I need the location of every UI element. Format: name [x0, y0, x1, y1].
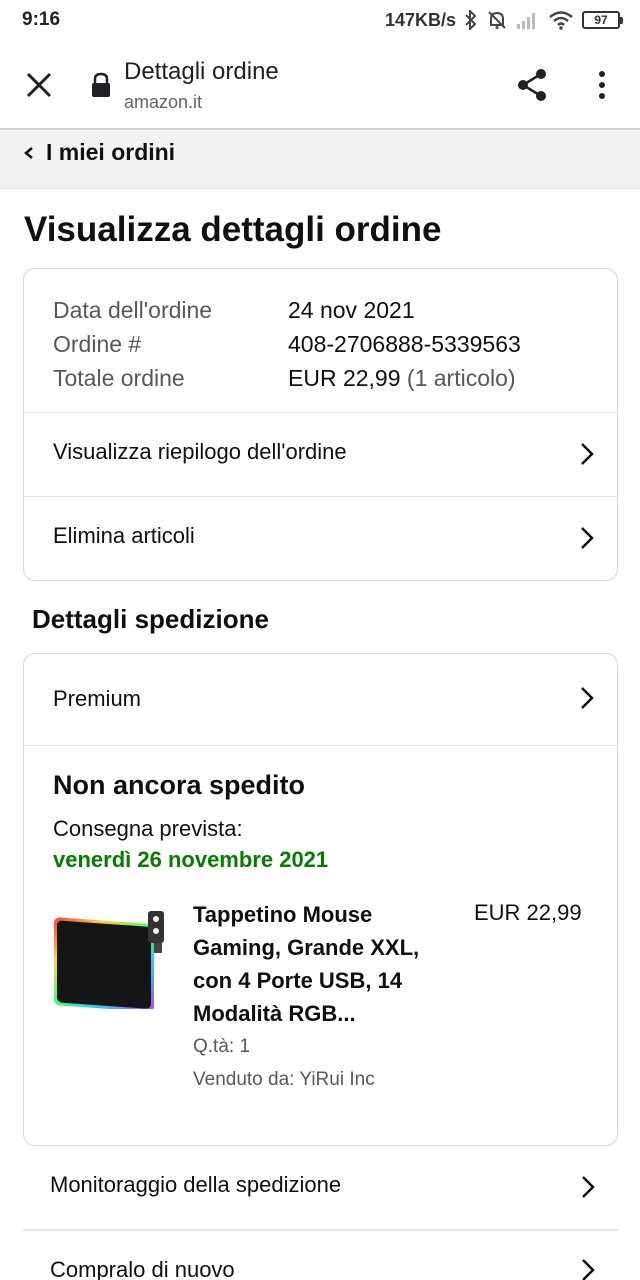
order-date-row: Data dell'ordine 24 nov 2021: [53, 293, 521, 327]
view-order-summary-label: Visualizza riepilogo dell'ordine: [53, 439, 347, 464]
chevron-right-icon: [581, 687, 594, 709]
delivery-date: venerdì 26 novembre 2021: [53, 847, 329, 872]
shipping-section-title: Dettagli spedizione: [32, 604, 269, 634]
shipment-status: Non ancora spedito: [53, 770, 306, 800]
product-price: EUR 22,99: [474, 900, 582, 925]
divider: [24, 745, 617, 746]
shipping-service-link[interactable]: Premium: [24, 654, 617, 745]
buy-again-link[interactable]: Compralo di nuovo: [23, 1230, 618, 1280]
order-date-label: Data dell'ordine: [53, 297, 213, 323]
delivery-label: Consegna prevista:: [53, 816, 243, 841]
mute-icon: [488, 11, 506, 29]
breadcrumb[interactable]: I miei ordini: [0, 131, 640, 189]
product-image[interactable]: [52, 897, 168, 1009]
product-seller: Venduto da: YiRui Inc: [193, 1069, 375, 1090]
signal-icon: [517, 13, 535, 29]
chevron-right-icon: [582, 1176, 595, 1198]
order-item-count: (1 articolo): [406, 365, 516, 391]
status-time: 9:16: [22, 9, 61, 30]
order-number-value: 408-2706888-5339563: [288, 331, 521, 357]
order-total-row: Totale ordine EUR 22,99 (1 articolo): [53, 361, 521, 395]
chevron-left-icon: [24, 147, 33, 159]
order-total-label: Totale ordine: [53, 365, 185, 391]
browser-toolbar: Dettagli ordine amazon.it: [0, 40, 640, 130]
remove-items-label: Elimina articoli: [53, 523, 195, 548]
track-shipment-link[interactable]: Monitoraggio della spedizione: [23, 1146, 618, 1230]
shipping-card: Premium Non ancora spedito Consegna prev…: [23, 653, 618, 1146]
view-order-summary-link[interactable]: Visualizza riepilogo dell'ordine: [24, 412, 617, 496]
order-number-label: Ordine #: [53, 331, 142, 357]
share-icon[interactable]: [514, 66, 550, 104]
browser-title: Dettagli ordine: [124, 58, 279, 85]
shipping-service-label: Premium: [53, 686, 142, 711]
status-icons: 147KB/s 97: [384, 9, 623, 31]
buy-again-label: Compralo di nuovo: [50, 1257, 235, 1280]
network-speed: 147KB/s: [384, 9, 456, 30]
chevron-right-icon: [581, 443, 594, 465]
close-icon[interactable]: [22, 68, 56, 102]
order-total-amount: EUR 22,99: [288, 365, 401, 391]
chevron-right-icon: [581, 527, 594, 549]
chevron-right-icon: [582, 1259, 595, 1280]
order-number-row: Ordine # 408-2706888-5339563: [53, 327, 521, 361]
order-info-grid: Data dell'ordine 24 nov 2021 Ordine # 40…: [53, 293, 521, 395]
more-options-icon[interactable]: [588, 66, 616, 104]
browser-url[interactable]: amazon.it: [124, 92, 202, 113]
wifi-icon: [549, 11, 573, 30]
order-info-card: Data dell'ordine 24 nov 2021 Ordine # 40…: [23, 268, 618, 581]
breadcrumb-my-orders[interactable]: I miei ordini: [46, 139, 175, 166]
product-quantity: Q.tà: 1: [193, 1036, 251, 1057]
lock-icon: [92, 72, 110, 97]
bluetooth-icon: [465, 10, 477, 30]
battery-icon: 97: [582, 11, 623, 29]
order-total-value: EUR 22,99 (1 articolo): [288, 361, 516, 395]
track-shipment-label: Monitoraggio della spedizione: [50, 1172, 342, 1197]
status-bar: 9:16 147KB/s 97: [0, 0, 640, 40]
page-title: Visualizza dettagli ordine: [24, 210, 442, 249]
product-title[interactable]: Tappetino Mouse Gaming, Grande XXL, con …: [193, 898, 463, 1030]
remove-items-link[interactable]: Elimina articoli: [24, 496, 617, 581]
order-date-value: 24 nov 2021: [288, 297, 415, 323]
